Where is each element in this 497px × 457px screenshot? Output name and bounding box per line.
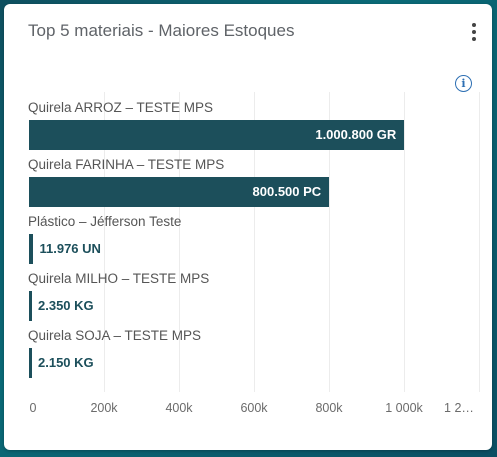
x-tick-label: 1 000k [385,401,423,415]
bar-chart: Quirela ARROZ – TESTE MPS 1.000.800 GR Qui… [4,4,492,450]
bar-category-label: Quirela FARINHA – TESTE MPS [28,157,225,172]
bar-value-label: 11.976 UN [39,241,101,256]
x-tick-label: 400k [165,401,193,415]
bar-category-label: Plástico – Jéfferson Teste [28,214,182,229]
bar[interactable] [29,348,32,378]
x-tick-label: 800k [315,401,343,415]
bar-value-label: 1.000.800 GR [315,127,397,142]
x-tick-label: 0 [29,401,37,415]
bar-category-label: Quirela MILHO – TESTE MPS [28,271,210,286]
x-tick-label: 200k [90,401,118,415]
bar-value-label: 2.350 KG [38,298,94,313]
widget-card: Top 5 materiais - Maiores Estoques i Qui… [4,4,492,450]
bar-value-label: 800.500 PC [252,184,322,199]
x-tick-label: 1 2… [444,401,474,415]
bar-category-label: Quirela ARROZ – TESTE MPS [28,100,214,115]
bar[interactable] [29,291,32,321]
bar-category-label: Quirela SOJA – TESTE MPS [28,328,202,343]
bar[interactable] [29,234,34,264]
x-tick-label: 600k [240,401,268,415]
grid-line [479,92,480,392]
bar-value-label: 2.150 KG [38,355,94,370]
